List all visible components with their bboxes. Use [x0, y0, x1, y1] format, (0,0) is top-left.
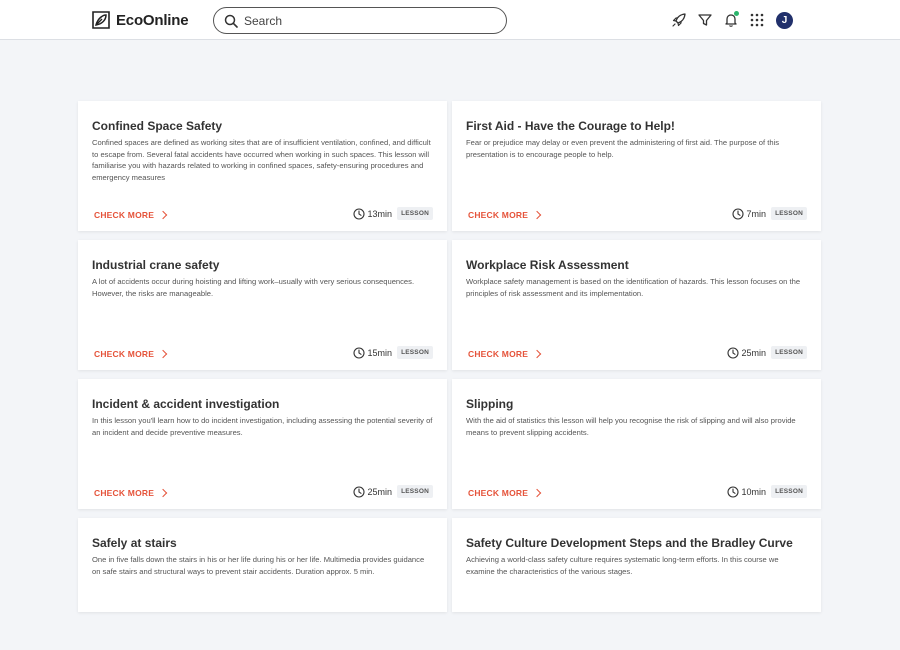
search-input[interactable]	[244, 13, 484, 28]
app-logo[interactable]: EcoOnline	[91, 10, 189, 30]
check-more-link[interactable]: CHECK MORE	[94, 349, 168, 359]
course-card[interactable]: Slipping With the aid of statistics this…	[452, 379, 821, 509]
duration: 25min	[741, 347, 767, 358]
check-more-link[interactable]: CHECK MORE	[468, 488, 542, 498]
check-more-label: CHECK MORE	[94, 488, 155, 498]
card-meta: 25min LESSON	[352, 485, 433, 498]
notification-dot	[734, 11, 739, 16]
duration: 7min	[746, 208, 767, 219]
apps-button[interactable]	[748, 11, 766, 29]
card-title[interactable]: Safely at stairs	[92, 536, 177, 550]
duration: 13min	[367, 208, 393, 219]
chevron-right-icon	[158, 488, 168, 498]
search-icon	[224, 14, 238, 28]
chevron-right-icon	[158, 210, 168, 220]
check-more-link[interactable]: CHECK MORE	[94, 210, 168, 220]
card-description: A lot of accidents occur during hoisting…	[92, 277, 415, 298]
check-more-label: CHECK MORE	[94, 210, 155, 220]
course-card[interactable]: Workplace Risk Assessment Workplace safe…	[452, 240, 821, 370]
type-badge: LESSON	[771, 485, 807, 498]
chevron-right-icon	[532, 210, 542, 220]
card-description: Confined spaces are defined as working s…	[92, 138, 431, 182]
card-meta: 13min LESSON	[352, 207, 433, 220]
clock-icon	[352, 207, 365, 220]
check-more-link[interactable]: CHECK MORE	[94, 488, 168, 498]
clock-icon	[352, 346, 365, 359]
search-box[interactable]	[213, 7, 507, 34]
type-badge: LESSON	[771, 346, 807, 359]
clock-icon	[726, 346, 739, 359]
apps-grid-icon	[750, 13, 764, 27]
card-meta: 7min LESSON	[731, 207, 807, 220]
course-card[interactable]: Safety Culture Development Steps and the…	[452, 518, 821, 612]
course-card[interactable]: Confined Space Safety Confined spaces ar…	[78, 101, 447, 231]
type-badge: LESSON	[771, 207, 807, 220]
course-card[interactable]: Safely at stairs One in five falls down …	[78, 518, 447, 612]
card-title[interactable]: Incident & accident investigation	[92, 397, 279, 411]
check-more-label: CHECK MORE	[468, 488, 529, 498]
duration: 25min	[367, 486, 393, 497]
card-meta: 25min LESSON	[726, 346, 807, 359]
chevron-right-icon	[532, 349, 542, 359]
rocket-button[interactable]	[670, 11, 688, 29]
card-title[interactable]: Safety Culture Development Steps and the…	[466, 536, 793, 550]
card-meta: 15min LESSON	[352, 346, 433, 359]
chevron-right-icon	[158, 349, 168, 359]
type-badge: LESSON	[397, 485, 433, 498]
card-meta: 10min LESSON	[726, 485, 807, 498]
filter-icon	[698, 14, 712, 26]
chevron-right-icon	[532, 488, 542, 498]
card-title[interactable]: Workplace Risk Assessment	[466, 258, 629, 272]
duration: 10min	[741, 486, 767, 497]
card-title[interactable]: Confined Space Safety	[92, 119, 222, 133]
card-description: Achieving a world-class safety culture r…	[466, 555, 779, 576]
user-avatar[interactable]: J	[776, 11, 793, 29]
card-description: Workplace safety management is based on …	[466, 277, 801, 298]
card-title[interactable]: First Aid - Have the Courage to Help!	[466, 119, 675, 133]
check-more-label: CHECK MORE	[468, 349, 529, 359]
card-title[interactable]: Slipping	[466, 397, 513, 411]
card-description: One in five falls down the stairs in his…	[92, 555, 425, 576]
course-card[interactable]: Incident & accident investigation In thi…	[78, 379, 447, 509]
check-more-label: CHECK MORE	[94, 349, 155, 359]
card-description: Fear or prejudice may delay or even prev…	[466, 138, 780, 159]
top-bar: EcoOnline Search J	[0, 0, 900, 40]
check-more-label: CHECK MORE	[468, 210, 529, 220]
course-card[interactable]: First Aid - Have the Courage to Help! Fe…	[452, 101, 821, 231]
check-more-link[interactable]: CHECK MORE	[468, 210, 542, 220]
duration: 15min	[367, 347, 393, 358]
type-badge: LESSON	[397, 207, 433, 220]
clock-icon	[731, 207, 744, 220]
header-actions: J	[670, 11, 793, 29]
rocket-icon	[672, 13, 686, 27]
check-more-link[interactable]: CHECK MORE	[468, 349, 542, 359]
notifications-button[interactable]	[722, 11, 740, 29]
type-badge: LESSON	[397, 346, 433, 359]
filter-button[interactable]	[696, 11, 714, 29]
card-description: With the aid of statistics this lesson w…	[466, 416, 796, 437]
ecoonline-logo-icon	[92, 11, 110, 29]
card-title[interactable]: Industrial crane safety	[92, 258, 219, 272]
app-name: EcoOnline	[116, 11, 189, 29]
card-description: In this lesson you'll learn how to do in…	[92, 416, 433, 437]
clock-icon	[352, 485, 365, 498]
course-card[interactable]: Industrial crane safety A lot of acciden…	[78, 240, 447, 370]
clock-icon	[726, 485, 739, 498]
